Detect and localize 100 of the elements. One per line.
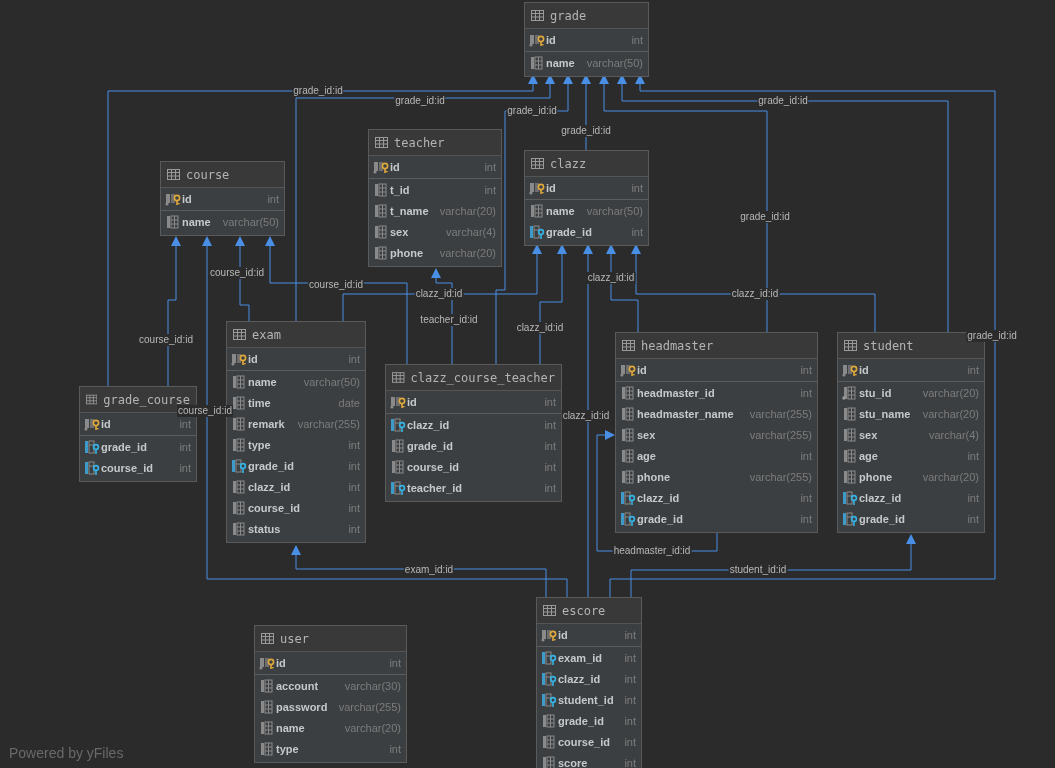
column-name: id bbox=[390, 161, 400, 173]
column-type: int bbox=[623, 629, 636, 641]
relation-label: course_id:id bbox=[138, 334, 194, 346]
column-type: varchar(20) bbox=[343, 721, 401, 734]
column-name: teacher_id bbox=[407, 481, 463, 494]
column-name: t_name bbox=[390, 204, 429, 217]
column-type: varchar(50) bbox=[585, 56, 643, 69]
column-name: sex bbox=[637, 428, 656, 441]
column-name: grade_id bbox=[546, 225, 592, 238]
column-name: type bbox=[276, 742, 299, 755]
relation-label: teacher_id:id bbox=[419, 314, 479, 326]
column-name: name bbox=[248, 375, 277, 388]
relation-label: clazz_id:id bbox=[414, 288, 464, 300]
column-name: sex bbox=[390, 225, 409, 238]
relation-label: course_id:id bbox=[209, 267, 265, 279]
column-type: int bbox=[966, 364, 979, 376]
relation-label: student_id:id bbox=[728, 564, 788, 576]
column-type: varchar(255) bbox=[337, 700, 401, 713]
column-type: int bbox=[347, 438, 360, 451]
column-name: name bbox=[546, 204, 575, 217]
column-name: clazz_id bbox=[859, 491, 902, 504]
column-type: int bbox=[966, 449, 979, 462]
column-type: int bbox=[623, 651, 636, 664]
table-icon bbox=[543, 605, 556, 616]
powered-by-text: Powered by yFiles bbox=[9, 745, 124, 761]
column-name: grade_id bbox=[248, 459, 294, 472]
column-type: varchar(255) bbox=[748, 428, 812, 441]
column-name: name bbox=[276, 721, 305, 734]
column-type: int bbox=[799, 512, 812, 525]
table-name: course bbox=[186, 167, 230, 182]
relation-label: course_id:id bbox=[308, 279, 364, 291]
column-name: clazz_id bbox=[407, 418, 450, 431]
table-name: student bbox=[863, 338, 914, 353]
table-icon bbox=[531, 158, 544, 169]
table-name: teacher bbox=[394, 135, 445, 150]
column-name: account bbox=[276, 679, 319, 692]
table-card[interactable]: headmaster id int headmaster_id int headmaster_name varchar(255) sex varchar(255) age int phone varchar(255) clazz_id int grade_id int bbox=[615, 332, 818, 533]
column-name: id bbox=[182, 193, 192, 205]
column-name: grade_id bbox=[637, 512, 683, 525]
table-card[interactable]: grade id int name varchar(50) bbox=[524, 2, 649, 77]
column-type: int bbox=[388, 657, 401, 669]
table-card[interactable]: user id int account varchar(30) password varchar(255) name varchar(20) type int bbox=[254, 625, 407, 763]
column-name: id bbox=[546, 34, 556, 46]
column-name: phone bbox=[390, 246, 423, 259]
relation-label: grade_id:id bbox=[292, 85, 344, 97]
relation-label: clazz_id:id bbox=[586, 272, 636, 284]
relation-label: grade_id:id bbox=[757, 95, 809, 107]
column-type: int bbox=[178, 418, 191, 430]
relation-label: grade_id:id bbox=[560, 125, 612, 137]
column-type: int bbox=[630, 182, 643, 194]
column-type: int bbox=[630, 34, 643, 46]
table-icon bbox=[844, 340, 857, 351]
column-type: int bbox=[483, 183, 496, 196]
table-card[interactable]: clazz_course_teacher id int clazz_id int grade_id int course_id int teacher_id int bbox=[385, 364, 562, 502]
column-type: int bbox=[623, 735, 636, 748]
relation-label: headmaster_id:id bbox=[612, 545, 692, 557]
column-type: varchar(4) bbox=[444, 225, 496, 238]
column-type: int bbox=[347, 353, 360, 365]
table-card[interactable]: clazz id int name varchar(50) grade_id int bbox=[524, 150, 649, 246]
column-type: int bbox=[347, 522, 360, 535]
relation-label: grade_id:id bbox=[739, 211, 791, 223]
column-type: int bbox=[178, 461, 191, 474]
table-card[interactable]: course id int name varchar(50) bbox=[160, 161, 285, 236]
column-name: type bbox=[248, 438, 271, 451]
column-type: varchar(20) bbox=[438, 246, 496, 259]
column-name: headmaster_name bbox=[637, 407, 734, 420]
column-name: exam_id bbox=[558, 651, 603, 664]
table-name: headmaster bbox=[641, 338, 714, 353]
column-type: int bbox=[483, 161, 496, 173]
column-type: varchar(20) bbox=[921, 470, 979, 483]
column-name: age bbox=[637, 449, 656, 462]
column-name: course_id bbox=[101, 461, 153, 474]
column-name: course_id bbox=[558, 735, 610, 748]
column-type: int bbox=[966, 512, 979, 525]
table-name: clazz_course_teacher bbox=[410, 370, 555, 385]
column-name: t_id bbox=[390, 183, 410, 196]
table-card[interactable]: escore id int exam_id int clazz_id int student_id int grade_id int course_id int score int bbox=[536, 597, 642, 768]
column-name: id bbox=[407, 396, 417, 408]
column-type: date bbox=[337, 396, 360, 409]
table-icon bbox=[86, 394, 98, 405]
table-name: user bbox=[280, 631, 309, 646]
column-name: clazz_id bbox=[248, 480, 291, 493]
column-name: phone bbox=[637, 470, 670, 483]
relation-label: clazz_id:id bbox=[730, 288, 780, 300]
column-name: id bbox=[546, 182, 556, 194]
column-type: int bbox=[266, 193, 279, 205]
column-name: phone bbox=[859, 470, 892, 483]
column-name: id bbox=[101, 418, 111, 430]
column-name: time bbox=[248, 396, 271, 409]
column-name: name bbox=[182, 215, 211, 228]
column-type: int bbox=[799, 449, 812, 462]
column-type: varchar(255) bbox=[748, 407, 812, 420]
column-type: varchar(4) bbox=[927, 428, 979, 441]
column-type: int bbox=[347, 501, 360, 514]
relation-label: clazz_id:id bbox=[515, 322, 565, 334]
column-name: id bbox=[248, 353, 258, 365]
relation-label: grade_id:id bbox=[506, 105, 558, 117]
column-type: int bbox=[543, 439, 556, 452]
column-type: varchar(50) bbox=[302, 375, 360, 388]
table-card[interactable]: teacher id int t_id int t_name varchar(20) sex varchar(4) phone varchar(20) bbox=[368, 129, 502, 267]
